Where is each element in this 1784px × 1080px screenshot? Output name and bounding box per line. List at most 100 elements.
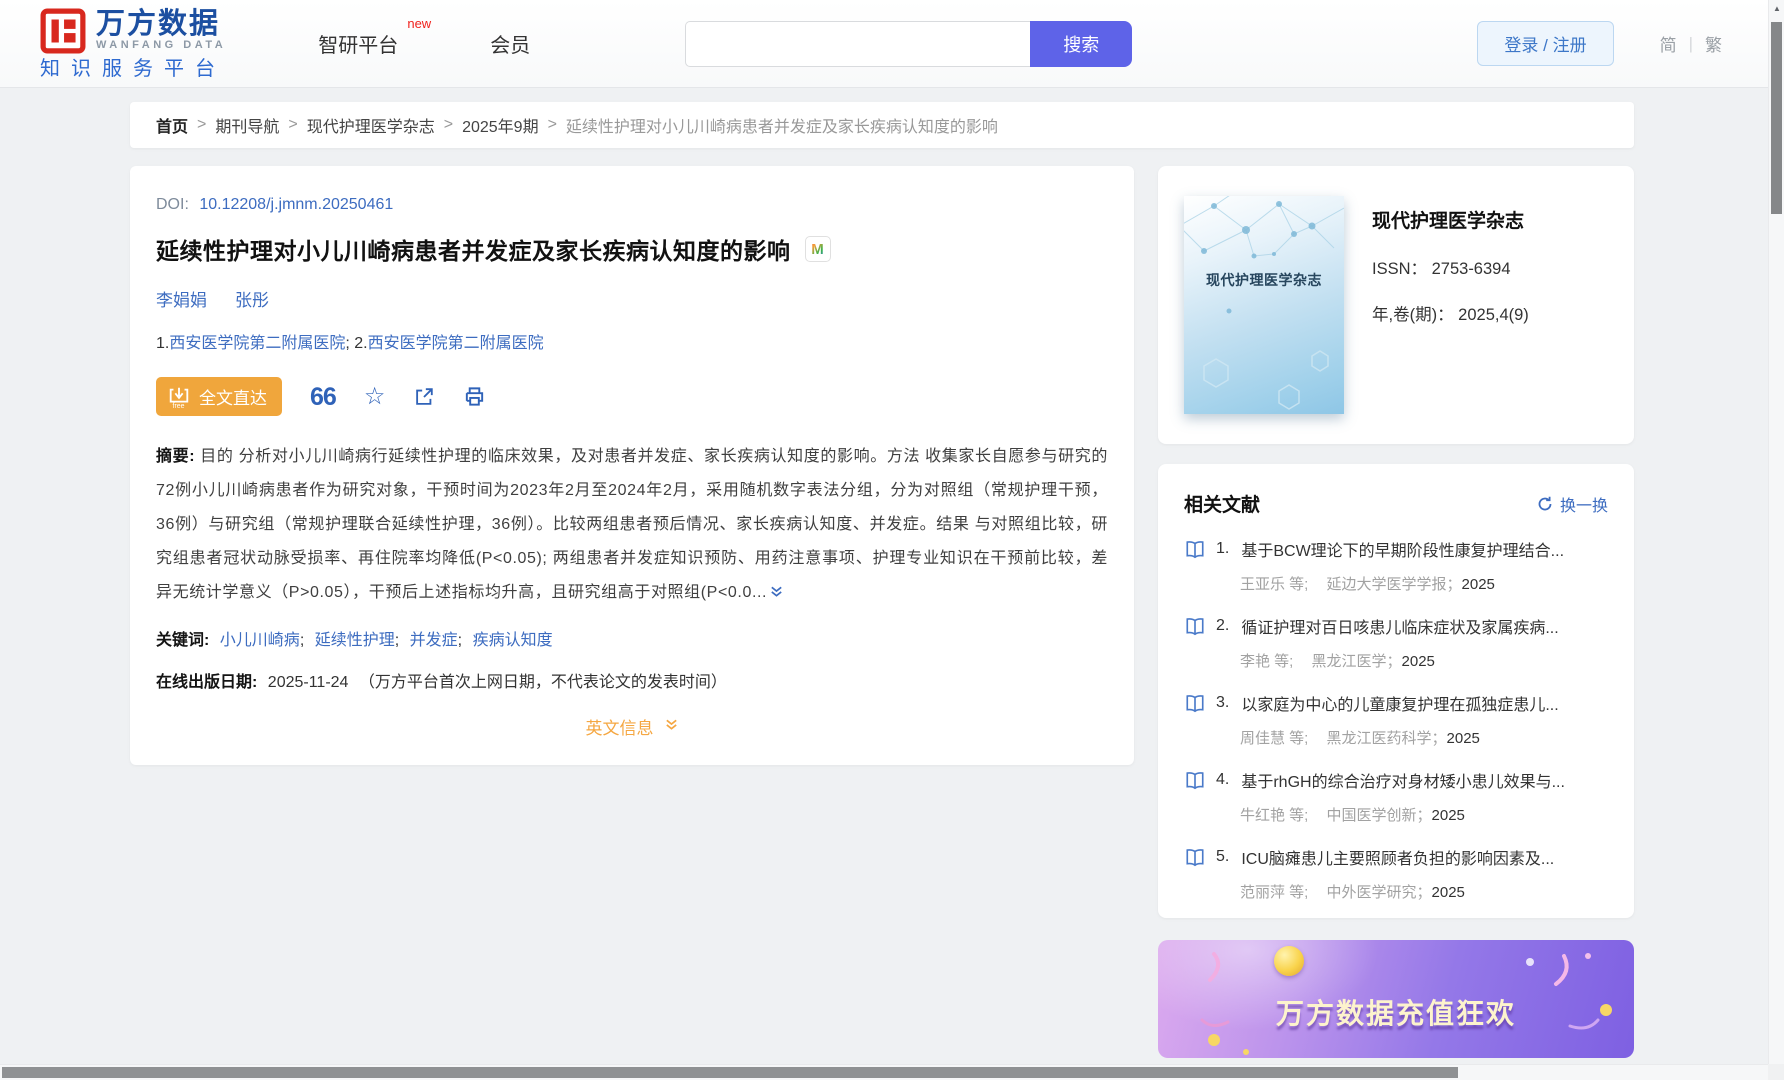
- promo-banner[interactable]: 万方数据充值狂欢: [1158, 940, 1634, 1058]
- online-date-value: 2025-11-24: [268, 674, 349, 691]
- journal-cover[interactable]: 现代护理医学杂志: [1184, 196, 1344, 414]
- abstract: 摘要: 目的 分析对小儿川崎病行延续性护理的临床效果，及对患者并发症、家长疾病认…: [156, 440, 1108, 612]
- related-year: 2025: [1432, 807, 1465, 824]
- doi-row: DOI: 10.12208/j.jmnm.20250461: [156, 196, 1108, 214]
- content: 首页 > 期刊导航 > 现代护理医学杂志 > 2025年9期 > 延续性护理对小…: [130, 102, 1634, 1058]
- related-year: 2025: [1462, 576, 1495, 593]
- volume-value: 2025,4(9): [1458, 306, 1529, 324]
- author-link[interactable]: 李娟娟: [156, 286, 207, 311]
- breadcrumb-separator: >: [444, 116, 453, 134]
- keywords-label: 关键词:: [156, 632, 209, 649]
- volume-label: 年,卷(期)：: [1372, 306, 1454, 324]
- related-item-title[interactable]: 基于rhGH的综合治疗对身材矮小患儿效果与...: [1241, 768, 1565, 792]
- breadcrumb-issue[interactable]: 2025年9期: [462, 113, 539, 137]
- refresh-label: 换一换: [1560, 492, 1608, 516]
- related-year: 2025: [1447, 730, 1480, 747]
- svg-text:free: free: [173, 403, 185, 409]
- related-item-title[interactable]: 循证护理对百日咳患儿临床症状及家属疾病...: [1241, 614, 1558, 638]
- nav-item-zhiyan[interactable]: 智研平台 new: [318, 29, 398, 58]
- refresh-related-button[interactable]: 换一换: [1537, 492, 1608, 516]
- related-item-meta: 周佳慧 等; 黑龙江医药科学；2025: [1240, 727, 1608, 748]
- lang-traditional[interactable]: 繁: [1705, 31, 1722, 56]
- fulltext-button[interactable]: free 全文直达: [156, 377, 282, 416]
- related-item-title[interactable]: ICU脑瘫患儿主要照顾者负担的影响因素及...: [1241, 845, 1554, 869]
- doi-link[interactable]: 10.12208/j.jmnm.20250461: [199, 196, 393, 213]
- logo[interactable]: 万方数据 WANFANG DATA 知识服务平台: [40, 8, 226, 80]
- journal-cover-title: 现代护理医学杂志: [1184, 270, 1344, 290]
- related-item-title[interactable]: 以家庭为中心的儿童康复护理在孤独症患儿...: [1241, 691, 1558, 715]
- book-icon: [1184, 539, 1206, 559]
- vertical-scrollbar-thumb[interactable]: [1771, 22, 1782, 214]
- related-authors: 范丽萍 等;: [1240, 884, 1308, 901]
- search-input[interactable]: [685, 21, 1030, 67]
- related-item-title[interactable]: 基于BCW理论下的早期阶段性康复护理结合...: [1241, 537, 1564, 561]
- header-right: 登录 / 注册 简 | 繁: [1477, 21, 1722, 66]
- related-item-meta: 牛红艳 等; 中国医学创新；2025: [1240, 804, 1608, 825]
- chevron-double-down-icon: [664, 717, 679, 737]
- download-free-icon: free: [167, 385, 191, 409]
- related-journal: 黑龙江医学；: [1312, 653, 1402, 670]
- keyword-link[interactable]: 并发症: [410, 632, 458, 649]
- favorite-star-icon[interactable]: ☆: [364, 386, 386, 408]
- related-item-number: 3.: [1216, 694, 1229, 712]
- horizontal-scrollbar[interactable]: [0, 1064, 1768, 1080]
- affiliation-link[interactable]: 西安医学院第二附属医院: [368, 335, 544, 352]
- right-sidebar: 现代护理医学杂志 现代护理医学杂志 ISSN： 2753-6394 年,卷(期)…: [1158, 166, 1634, 1058]
- related-item-number: 2.: [1216, 617, 1229, 635]
- keywords-row: 关键词: 小儿川崎病; 延续性护理; 并发症; 疾病认知度: [156, 626, 1108, 650]
- journal-name[interactable]: 现代护理医学杂志: [1372, 206, 1529, 233]
- breadcrumb-separator: >: [197, 116, 206, 134]
- nav-label: 会员: [490, 35, 530, 57]
- top-header: 万方数据 WANFANG DATA 知识服务平台 智研平台 new 会员 搜索: [0, 0, 1768, 88]
- page: 万方数据 WANFANG DATA 知识服务平台 智研平台 new 会员 搜索: [0, 0, 1784, 1080]
- keyword-separator: ;: [300, 632, 304, 649]
- medline-badge[interactable]: M: [805, 236, 831, 262]
- cite-icon[interactable]: 66: [310, 387, 336, 407]
- print-icon[interactable]: [463, 385, 486, 408]
- author-list: 李娟娟 张彤: [156, 286, 1108, 311]
- wanfang-logo-icon: [40, 8, 86, 54]
- english-info-toggle[interactable]: 英文信息: [586, 714, 679, 739]
- horizontal-scrollbar-thumb[interactable]: [2, 1067, 1458, 1078]
- breadcrumb-journal[interactable]: 现代护理医学杂志: [307, 113, 435, 137]
- related-item-number: 4.: [1216, 771, 1229, 789]
- breadcrumb-current: 延续性护理对小儿川崎病患者并发症及家长疾病认知度的影响: [566, 113, 998, 137]
- vertical-scrollbar[interactable]: ▲: [1768, 0, 1784, 1080]
- lang-simplified[interactable]: 简: [1660, 31, 1677, 56]
- scroll-up-arrow[interactable]: ▲: [1769, 0, 1784, 16]
- breadcrumb-separator: >: [288, 116, 297, 134]
- book-icon: [1184, 616, 1206, 636]
- action-toolbar: free 全文直达 66 ☆: [156, 377, 1108, 416]
- online-date-row: 在线出版日期: 2025-11-24 （万方平台首次上网日期，不代表论文的发表时…: [156, 668, 1108, 692]
- breadcrumb: 首页 > 期刊导航 > 现代护理医学杂志 > 2025年9期 > 延续性护理对小…: [130, 102, 1634, 148]
- breadcrumb-home[interactable]: 首页: [156, 113, 188, 137]
- issn-value: 2753-6394: [1432, 260, 1511, 278]
- affiliation-num: 1.: [156, 335, 169, 352]
- related-item: 5. ICU脑瘫患儿主要照顾者负担的影响因素及... 范丽萍 等; 中外医学研究…: [1184, 845, 1608, 902]
- affiliation-list: 1.西安医学院第二附属医院; 2.西安医学院第二附属医院: [156, 329, 1108, 353]
- banner-title: 万方数据充值狂欢: [1158, 992, 1634, 1032]
- search-button[interactable]: 搜索: [1030, 21, 1132, 67]
- new-badge: new: [407, 16, 431, 31]
- share-icon[interactable]: [413, 386, 435, 408]
- related-item-meta: 王亚乐 等; 延边大学医学学报；2025: [1240, 573, 1608, 594]
- expand-abstract-icon[interactable]: [769, 578, 784, 612]
- affiliation-link[interactable]: 西安医学院第二附属医院: [169, 335, 345, 352]
- breadcrumb-journal-nav[interactable]: 期刊导航: [215, 113, 279, 137]
- keyword-separator: ;: [458, 632, 462, 649]
- keyword-link[interactable]: 小儿川崎病: [220, 632, 300, 649]
- related-authors: 周佳慧 等;: [1240, 730, 1308, 747]
- related-journal: 中外医学研究；: [1327, 884, 1432, 901]
- related-item-number: 5.: [1216, 848, 1229, 866]
- keyword-link[interactable]: 延续性护理: [315, 632, 395, 649]
- related-journal: 中国医学创新；: [1327, 807, 1432, 824]
- nav-item-member[interactable]: 会员: [490, 29, 530, 58]
- related-item: 2. 循证护理对百日咳患儿临床症状及家属疾病... 李艳 等; 黑龙江医学；20…: [1184, 614, 1608, 671]
- related-item-meta: 范丽萍 等; 中外医学研究；2025: [1240, 881, 1608, 902]
- doi-label: DOI:: [156, 196, 189, 213]
- related-item: 3. 以家庭为中心的儿童康复护理在孤独症患儿... 周佳慧 等; 黑龙江医药科学…: [1184, 691, 1608, 748]
- keyword-link[interactable]: 疾病认知度: [473, 632, 553, 649]
- related-year: 2025: [1432, 884, 1465, 901]
- login-register-button[interactable]: 登录 / 注册: [1477, 21, 1613, 66]
- author-link[interactable]: 张彤: [235, 286, 269, 311]
